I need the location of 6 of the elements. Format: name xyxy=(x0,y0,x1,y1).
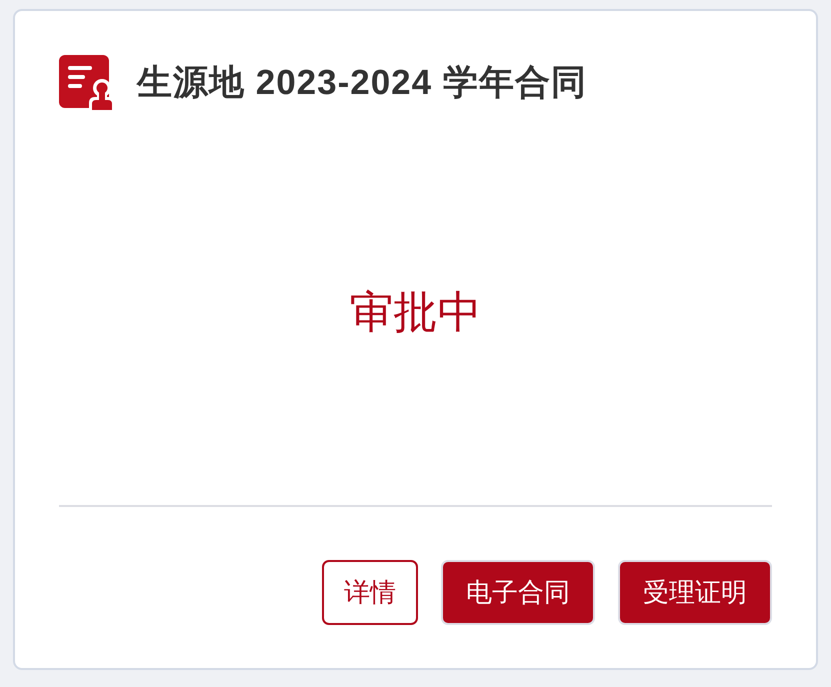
card-title: 生源地 2023-2024 学年合同 xyxy=(137,62,587,104)
action-button[interactable]: 电子合同 xyxy=(441,560,595,625)
status-text: 审批中 xyxy=(350,287,482,339)
action-button[interactable]: 受理证明 xyxy=(618,560,772,625)
document-stamp-icon xyxy=(59,55,114,110)
details-button[interactable]: 详情 xyxy=(322,560,418,625)
